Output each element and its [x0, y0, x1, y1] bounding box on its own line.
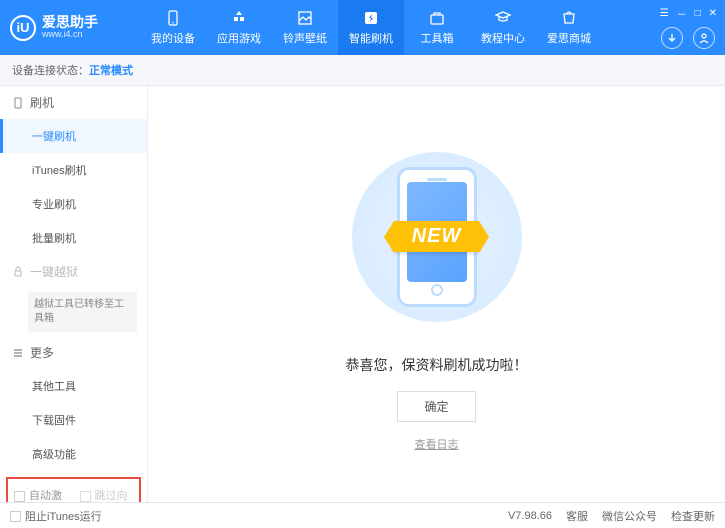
version-label: V7.98.66: [508, 510, 552, 522]
download-button[interactable]: [661, 27, 683, 49]
sidebar-group-jailbreak: 一键越狱: [0, 255, 147, 288]
nav-tutorials[interactable]: 教程中心: [470, 0, 536, 55]
main-content: NEW 恭喜您，保资料刷机成功啦！ 确定 查看日志: [148, 86, 725, 502]
app-title: 爱思助手: [42, 15, 98, 30]
success-message: 恭喜您，保资料刷机成功啦！: [346, 355, 528, 375]
sidebar-item-other-tools[interactable]: 其他工具: [0, 369, 147, 403]
options-highlight-box: 自动激活 跳过向导: [6, 477, 141, 502]
success-illustration: NEW: [337, 137, 537, 337]
new-ribbon: NEW: [394, 221, 480, 252]
block-itunes-checkbox[interactable]: 阻止iTunes运行: [10, 508, 102, 524]
device-icon: [164, 9, 182, 27]
view-log-link[interactable]: 查看日志: [415, 436, 459, 452]
auto-activate-checkbox[interactable]: 自动激活: [14, 487, 68, 502]
sidebar: 刷机 一键刷机 iTunes刷机 专业刷机 批量刷机 一键越狱 越狱工具已转移至…: [0, 86, 148, 502]
ok-button[interactable]: 确定: [397, 391, 475, 422]
sidebar-item-download-firmware[interactable]: 下载固件: [0, 403, 147, 437]
user-button[interactable]: [693, 27, 715, 49]
sidebar-item-advanced[interactable]: 高级功能: [0, 437, 147, 471]
sidebar-item-batch-flash[interactable]: 批量刷机: [0, 221, 147, 255]
app-header: iU 爱思助手 www.i4.cn 我的设备 应用游戏 铃声壁纸 智能刷机 工具…: [0, 0, 725, 55]
wallpaper-icon: [296, 9, 314, 27]
nav-store[interactable]: 爱思商城: [536, 0, 602, 55]
flash-icon: [362, 9, 380, 27]
nav-smart-flash[interactable]: 智能刷机: [338, 0, 404, 55]
footer: 阻止iTunes运行 V7.98.66 客服 微信公众号 检查更新: [0, 502, 725, 528]
jailbreak-moved-note: 越狱工具已转移至工具箱: [28, 292, 137, 332]
toolbox-icon: [428, 9, 446, 27]
sidebar-group-more[interactable]: 更多: [0, 336, 147, 369]
store-icon: [560, 9, 578, 27]
skip-guide-checkbox[interactable]: 跳过向导: [80, 487, 134, 502]
sidebar-group-flash[interactable]: 刷机: [0, 86, 147, 119]
connection-mode: 正常模式: [89, 65, 133, 77]
nav-apps-games[interactable]: 应用游戏: [206, 0, 272, 55]
nav-ringtones[interactable]: 铃声壁纸: [272, 0, 338, 55]
maximize-icon[interactable]: □: [695, 8, 701, 19]
sidebar-item-oneclick-flash[interactable]: 一键刷机: [0, 119, 147, 153]
tutorial-icon: [494, 9, 512, 27]
sidebar-item-pro-flash[interactable]: 专业刷机: [0, 187, 147, 221]
connection-status: 设备连接状态：正常模式: [0, 55, 725, 86]
nav-toolbox[interactable]: 工具箱: [404, 0, 470, 55]
app-url: www.i4.cn: [42, 30, 98, 40]
footer-link-update[interactable]: 检查更新: [671, 508, 715, 524]
top-nav: 我的设备 应用游戏 铃声壁纸 智能刷机 工具箱 教程中心 爱思商城: [140, 0, 602, 55]
nav-my-device[interactable]: 我的设备: [140, 0, 206, 55]
window-controls: ☰ － □ ✕: [660, 6, 717, 21]
phone-icon: [12, 97, 24, 109]
apps-icon: [230, 9, 248, 27]
list-icon: [12, 347, 24, 359]
lock-icon: [12, 266, 24, 278]
minimize-icon[interactable]: －: [677, 6, 687, 21]
sidebar-item-itunes-flash[interactable]: iTunes刷机: [0, 153, 147, 187]
menu-icon[interactable]: ☰: [660, 8, 669, 19]
footer-link-support[interactable]: 客服: [566, 508, 588, 524]
footer-link-wechat[interactable]: 微信公众号: [602, 508, 657, 524]
logo: iU 爱思助手 www.i4.cn: [10, 15, 140, 41]
logo-icon: iU: [10, 15, 36, 41]
close-icon[interactable]: ✕: [709, 8, 717, 19]
